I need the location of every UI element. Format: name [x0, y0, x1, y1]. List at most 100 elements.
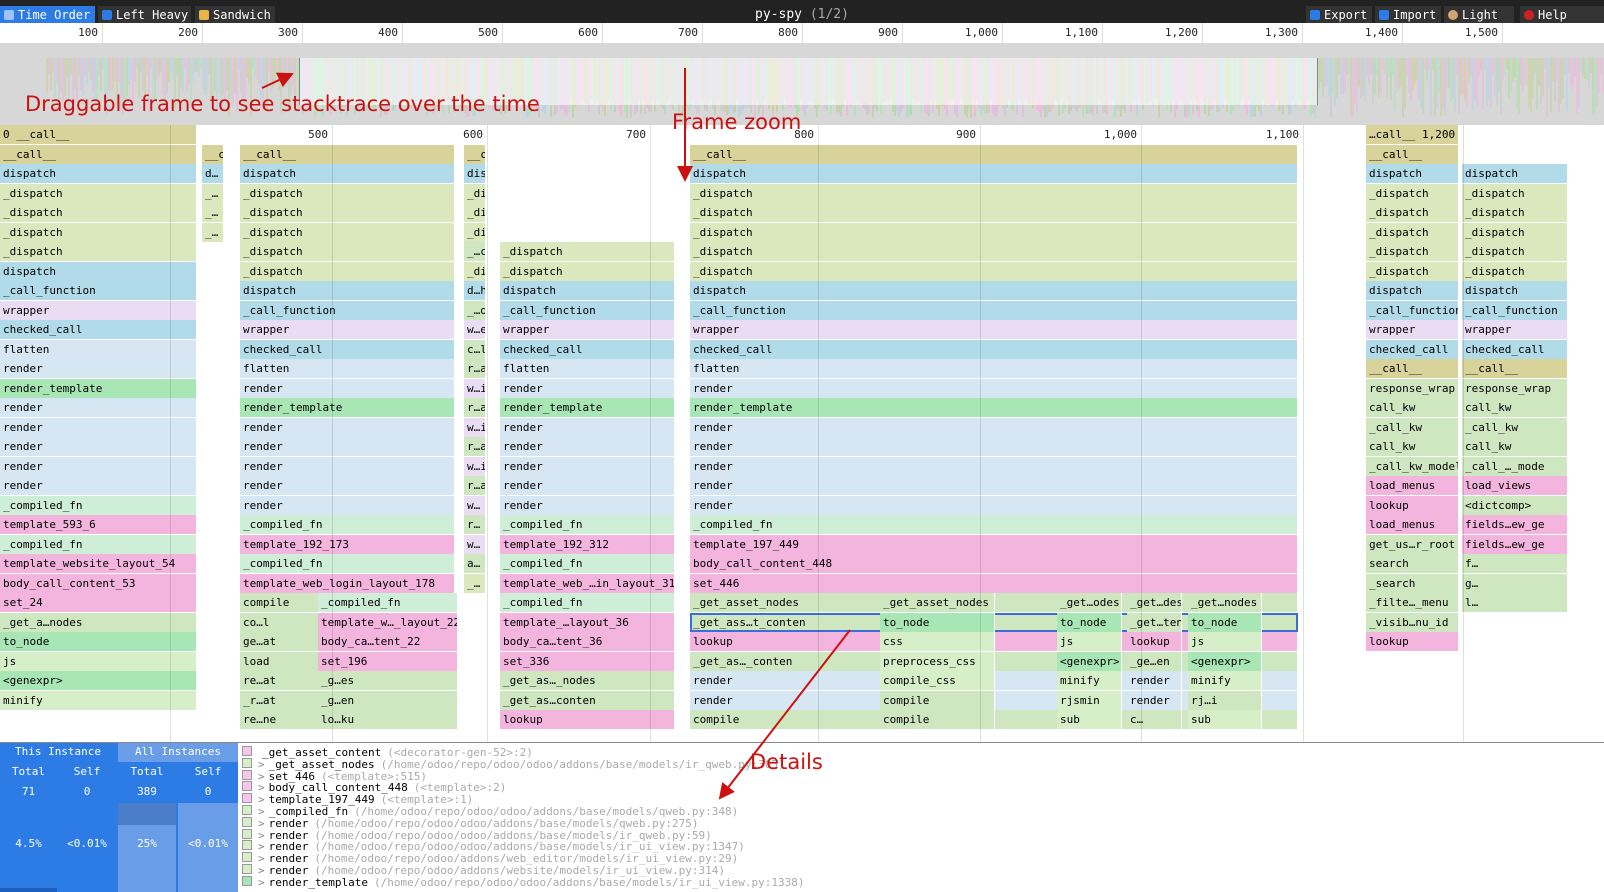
stack-frame-row[interactable]: > set_446 (<template>:515) — [242, 769, 1602, 782]
flame-frame[interactable]: render — [690, 476, 1298, 495]
flame-frame[interactable]: dispatch — [240, 281, 455, 300]
flame-frame[interactable]: render_template — [690, 398, 1298, 417]
flame-frame[interactable]: template_web_…in_layout_31 — [500, 573, 675, 593]
import-button[interactable]: Import — [1375, 6, 1441, 24]
flame-frame[interactable]: fields…ew_ge — [1462, 515, 1568, 534]
help-button[interactable]: Help — [1520, 6, 1604, 24]
flame-frame[interactable]: js — [1057, 632, 1122, 651]
flame-frame[interactable]: set_446 — [690, 573, 1298, 593]
flame-frame[interactable]: _dispatch — [464, 203, 486, 222]
stack-frame-row[interactable]: _get_asset_content (<decorator-gen-52>:2) — [242, 746, 1602, 758]
flame-frame[interactable]: _dispatch — [240, 222, 455, 242]
flame-frame[interactable]: set_336 — [500, 651, 675, 671]
flame-frame[interactable]: call_kw — [1462, 437, 1568, 456]
flame-frame[interactable]: _visib…nu_id — [1366, 612, 1459, 632]
flame-frame[interactable]: body_call_content_448 — [690, 554, 1298, 573]
flame-frame[interactable]: <genexpr> — [1188, 651, 1262, 671]
flame-frame[interactable]: r…a — [464, 359, 486, 378]
flame-frame[interactable]: _get_as…conten — [500, 690, 675, 710]
flame-frame[interactable]: _dispatch — [1462, 222, 1568, 242]
stack-frame-row[interactable]: > _compiled_fn (/home/odoo/repo/odoo/odoo/… — [242, 804, 1602, 817]
flame-frame[interactable]: render — [0, 398, 197, 417]
flame-frame[interactable]: _g…es — [318, 671, 458, 690]
flame-frame[interactable]: _… — [202, 222, 224, 242]
flame-frame[interactable]: flatten — [0, 339, 197, 359]
flame-frame[interactable]: r… — [464, 515, 486, 534]
flame-frame[interactable]: render — [690, 437, 1298, 456]
tab-time-order[interactable]: Time Order — [0, 6, 95, 24]
flame-frame[interactable]: _compiled_fn — [240, 515, 455, 534]
flame-frame[interactable]: template_web_login_layout_178 — [240, 573, 455, 593]
tab-sandwich[interactable]: Sandwich — [195, 6, 275, 24]
flame-frame[interactable]: _dispatch — [690, 242, 1298, 261]
flame-frame[interactable]: dispatch — [690, 164, 1298, 183]
flame-frame[interactable]: _dispatch — [0, 222, 197, 242]
flame-frame[interactable]: _dispatch — [1462, 183, 1568, 203]
flame-frame[interactable]: dispatch — [690, 281, 1298, 300]
flame-frame[interactable]: render — [0, 476, 197, 495]
flame-frame[interactable]: sub — [1188, 710, 1262, 729]
flame-frame[interactable]: dispatch — [0, 261, 197, 281]
flame-frame[interactable]: _… — [202, 203, 224, 222]
flame-frame[interactable]: w…e — [464, 320, 486, 339]
flame-frame[interactable]: __call__ — [464, 144, 486, 164]
flame-frame[interactable]: _call_function — [240, 300, 455, 320]
export-button[interactable]: Export — [1306, 6, 1372, 24]
flame-frame[interactable]: render — [690, 456, 1298, 476]
flame-frame[interactable]: lookup — [1366, 495, 1459, 515]
flame-frame[interactable]: flatten — [500, 359, 675, 378]
flame-frame[interactable]: lookup — [500, 710, 675, 729]
flame-frame[interactable]: _get…ten — [1127, 612, 1182, 632]
flame-frame[interactable]: get_us…r_root — [1366, 534, 1459, 554]
flame-frame[interactable]: checked_call — [1462, 339, 1568, 359]
flame-frame[interactable]: render — [0, 437, 197, 456]
flame-frame[interactable]: _compiled_fn — [690, 515, 1298, 534]
flame-frame[interactable]: render — [690, 495, 1298, 515]
flame-frame[interactable]: wrapper — [500, 320, 675, 339]
flame-frame[interactable]: _dispatch — [0, 242, 197, 261]
flame-frame[interactable]: render — [690, 417, 1298, 437]
flame-frame[interactable]: call_kw — [1366, 398, 1459, 417]
flame-frame[interactable]: render — [0, 417, 197, 437]
flame-frame[interactable]: template_…layout_36 — [500, 612, 675, 632]
flame-frame[interactable]: _compiled_fn — [500, 554, 675, 573]
flame-frame[interactable]: _…c — [464, 242, 486, 261]
flame-frame[interactable]: _dispatch — [1462, 261, 1568, 281]
flame-frame[interactable]: _call_function — [0, 281, 197, 300]
flame-frame[interactable]: rj…i — [1188, 690, 1262, 710]
flame-frame[interactable]: render — [1127, 690, 1182, 710]
flame-frame[interactable]: _compiled_fn — [500, 515, 675, 534]
flame-frame[interactable]: <genexpr> — [1057, 651, 1122, 671]
flame-frame[interactable]: render — [690, 378, 1298, 398]
flame-frame[interactable]: render — [240, 437, 455, 456]
flame-frame[interactable]: w…i — [464, 378, 486, 398]
flame-frame[interactable]: _call_…_mode — [1462, 456, 1568, 476]
flame-frame[interactable]: render — [500, 378, 675, 398]
stack-frame-row[interactable]: > body_call_content_448 (<template>:2) — [242, 781, 1602, 794]
flame-frame[interactable]: _get_asset_nodes — [880, 593, 995, 612]
flame-frame[interactable]: checked_call — [500, 339, 675, 359]
flame-frame[interactable]: _call_kw — [1366, 417, 1459, 437]
flame-frame[interactable]: _get…des — [1127, 593, 1182, 612]
minimap[interactable] — [0, 43, 1604, 125]
flame-frame[interactable]: lo…ku — [318, 710, 458, 729]
flame-frame[interactable]: to_node — [880, 612, 995, 632]
flame-frame[interactable]: _get_as…_nodes — [500, 671, 675, 690]
flame-frame[interactable]: checked_call — [690, 339, 1298, 359]
flame-frame[interactable]: render — [240, 456, 455, 476]
flame-frame[interactable]: minify — [0, 690, 197, 710]
flame-frame[interactable]: _dispatch — [500, 242, 675, 261]
flame-frame[interactable]: dispatch — [1366, 281, 1459, 300]
stack-frame-row[interactable]: > render_template (/home/odoo/repo/odoo/od… — [242, 875, 1602, 888]
flame-frame[interactable]: _dispatch — [690, 222, 1298, 242]
flame-frame[interactable]: _… — [464, 573, 486, 593]
flame-frame[interactable]: _dispatch — [1366, 222, 1459, 242]
flame-frame[interactable]: d…h — [464, 281, 486, 300]
flame-frame[interactable]: render — [0, 359, 197, 378]
flame-frame[interactable]: minify — [1057, 671, 1122, 690]
flame-frame[interactable]: r…a — [464, 398, 486, 417]
flame-frame[interactable]: set_196 — [318, 651, 458, 671]
flame-frame[interactable]: l… — [1462, 593, 1568, 612]
flame-frame[interactable]: response_wrap — [1462, 378, 1568, 398]
flame-frame[interactable]: css — [880, 632, 995, 651]
